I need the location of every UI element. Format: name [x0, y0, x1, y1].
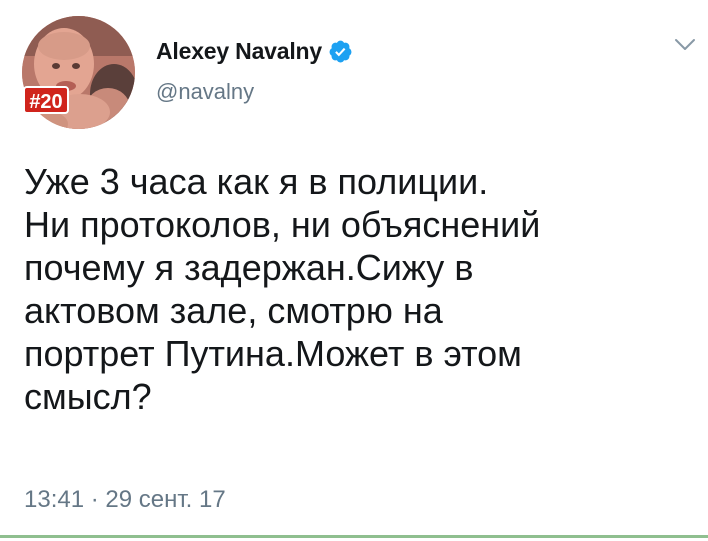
tweet-card: #20 Alexey Navalny @navalny Уже 3 часа к… — [0, 0, 708, 541]
verified-badge-icon — [328, 39, 353, 64]
tweet-timestamp[interactable]: 13:41 · 29 сент. 17 — [24, 486, 226, 514]
chevron-down-icon[interactable] — [673, 36, 697, 54]
display-name[interactable]: Alexey Navalny — [156, 38, 322, 65]
user-handle[interactable]: @navalny — [156, 79, 254, 105]
avatar-badge: #20 — [23, 86, 69, 114]
divider — [0, 535, 708, 538]
tweet-text: Уже 3 часа как я в полиции. Ни протоколо… — [24, 161, 541, 417]
name-row: Alexey Navalny — [156, 36, 353, 66]
